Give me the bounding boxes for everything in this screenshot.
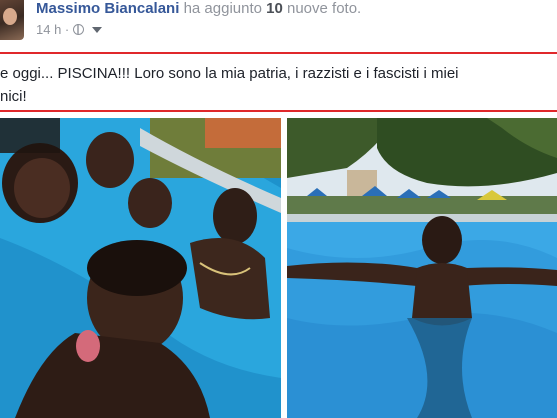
post-text-highlight: e oggi... PISCINA!!! Loro sono la mia pa… (0, 52, 557, 112)
post-text: e oggi... PISCINA!!! Loro sono la mia pa… (0, 62, 552, 108)
chevron-down-icon[interactable] (92, 26, 103, 33)
avatar[interactable] (0, 0, 24, 40)
post-meta: 14 h · (36, 22, 103, 37)
post-header: Massimo Biancalani ha aggiunto 10 nuove … (0, 0, 557, 46)
author-name-link[interactable]: Massimo Biancalani (36, 0, 179, 17)
photo-count[interactable]: 10 (266, 0, 283, 17)
action-text: ha aggiunto (183, 0, 262, 17)
photo-pool-selfie[interactable] (0, 118, 281, 418)
post-text-line-1: e oggi... PISCINA!!! Loro sono la mia pa… (0, 65, 459, 82)
photo-swimming-pool[interactable] (287, 118, 557, 418)
timestamp[interactable]: 14 h · (36, 22, 69, 37)
globe-icon[interactable] (73, 24, 85, 35)
photo-word[interactable]: nuove foto. (287, 0, 361, 17)
post-text-line-2: nici! (0, 88, 27, 105)
post-title-line: Massimo Biancalani ha aggiunto 10 nuove … (36, 0, 361, 17)
